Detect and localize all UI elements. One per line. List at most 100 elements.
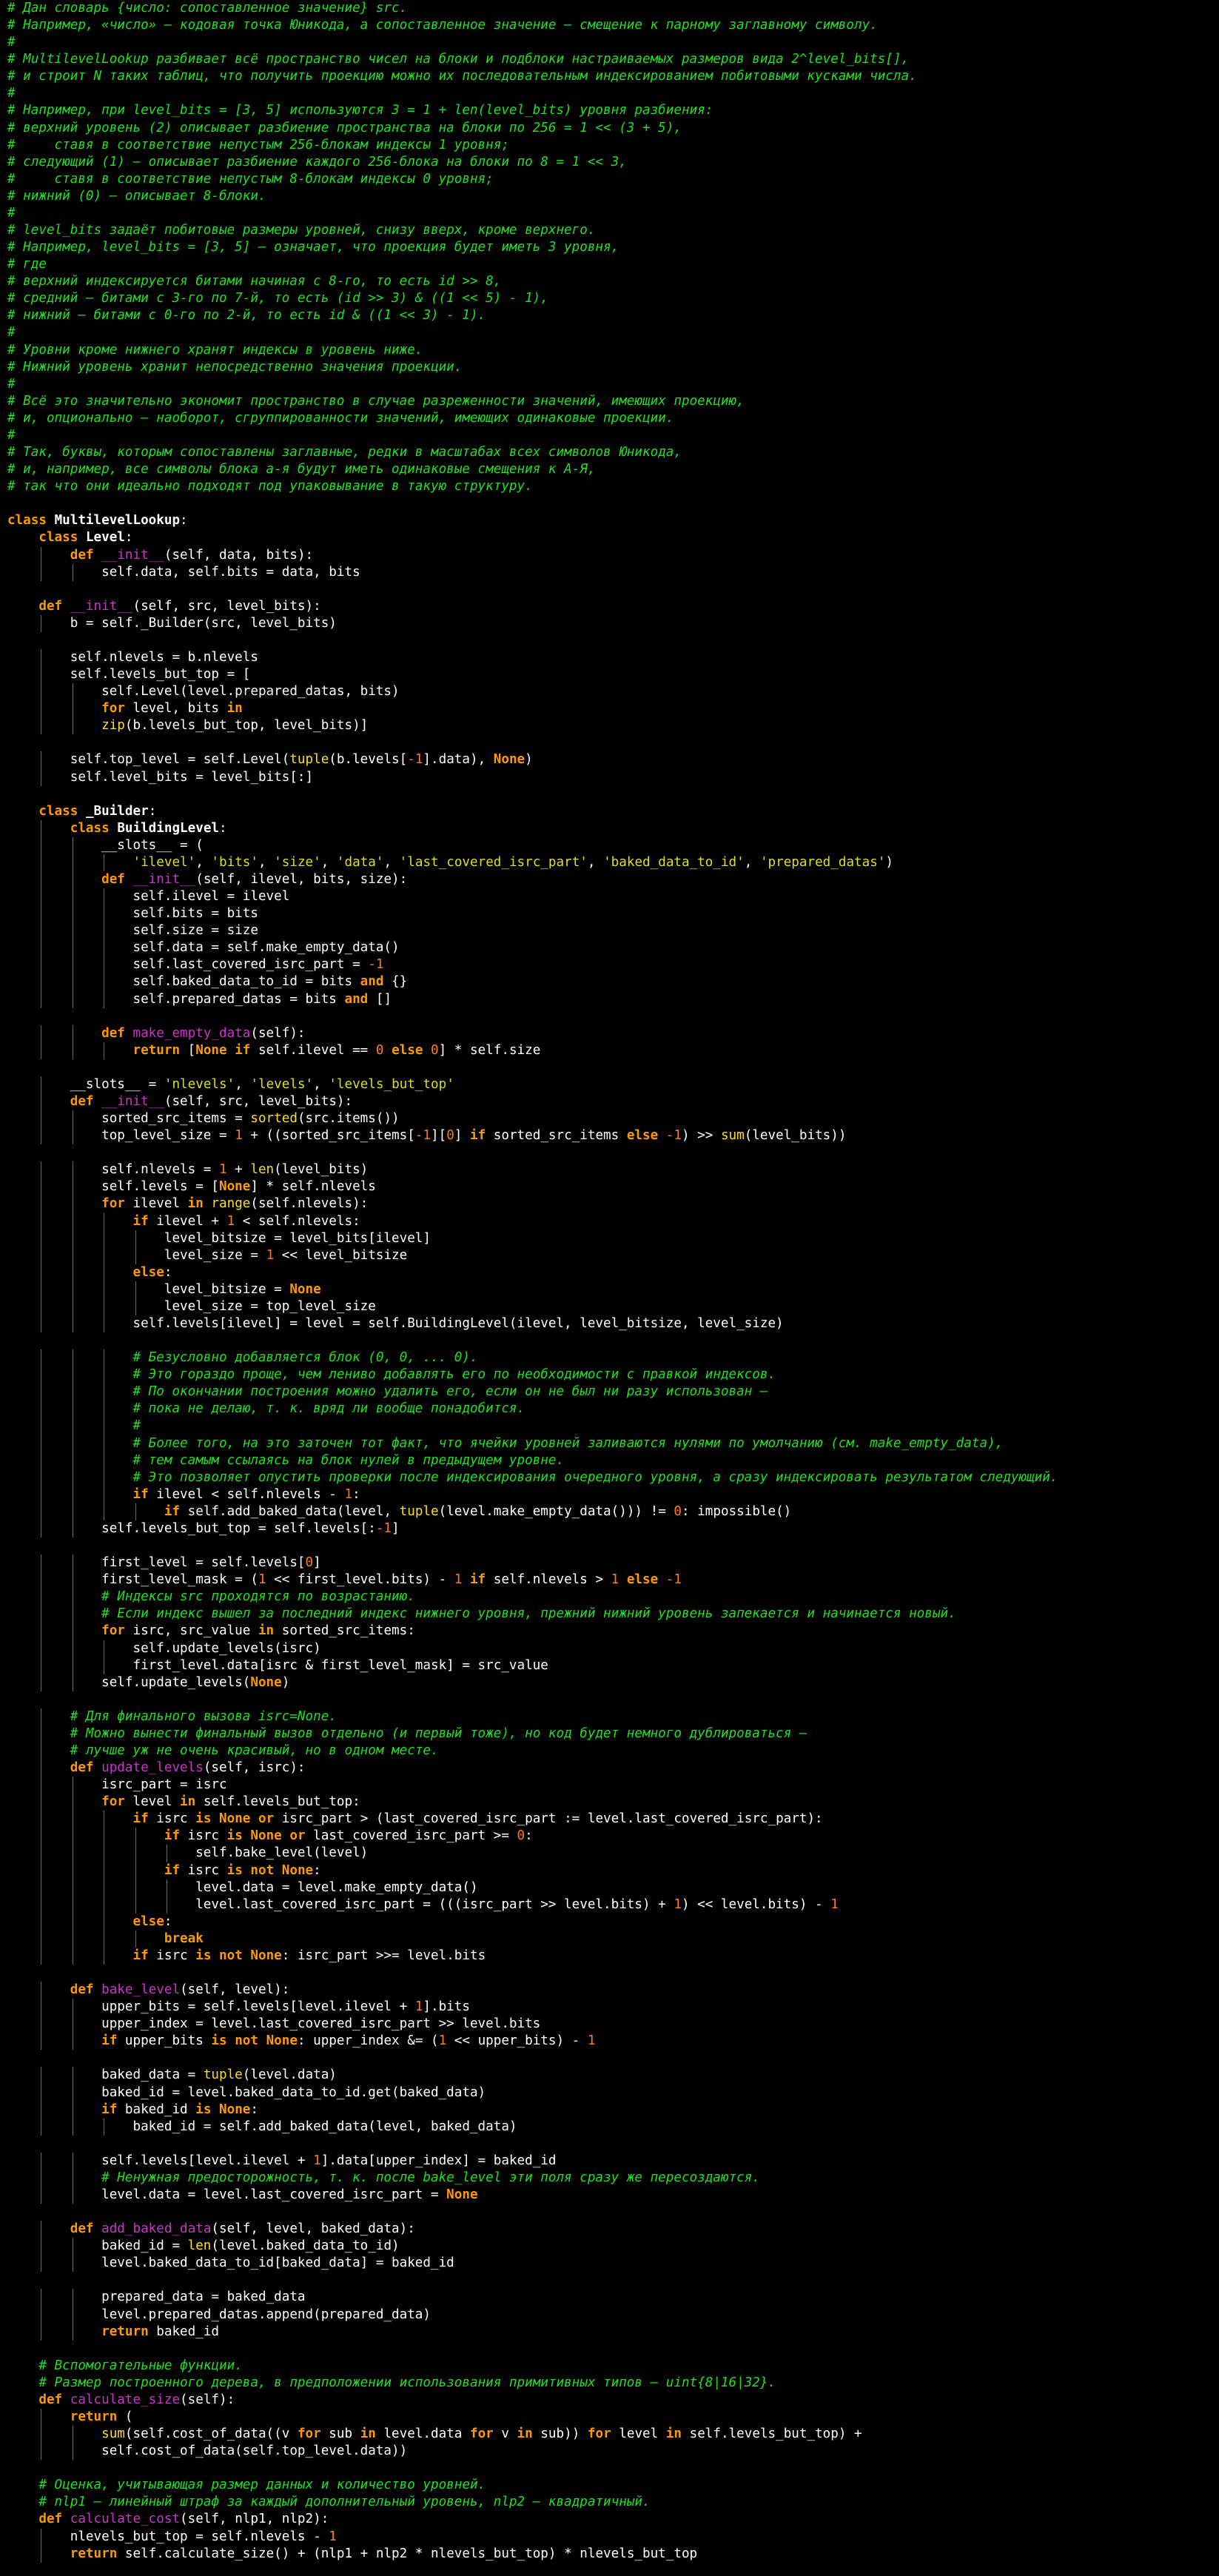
code-line[interactable]: class Level: (0, 529, 1219, 546)
code-line[interactable]: zip(b.levels_but_top, level_bits)] (0, 717, 1219, 735)
code-line[interactable] (0, 734, 1219, 751)
code-line[interactable]: # тем самым ссылаясь на блок нулей в пре… (0, 1452, 1219, 1469)
code-line[interactable]: def __init__(self, src, level_bits): (0, 598, 1219, 615)
code-line[interactable]: self.levels[ilevel] = level = self.Build… (0, 1315, 1219, 1333)
code-line[interactable] (0, 2050, 1219, 2067)
code-line[interactable]: # По окончании построения можно удалить … (0, 1383, 1219, 1401)
code-line[interactable]: # (0, 427, 1219, 444)
code-line[interactable]: level.last_covered_isrc_part = (((isrc_p… (0, 1896, 1219, 1913)
code-line[interactable]: def add_baked_data(self, level, baked_da… (0, 2221, 1219, 2238)
code-line[interactable]: self.levels = [None] * self.nlevels (0, 1178, 1219, 1196)
code-line[interactable]: for ilevel in range(self.nlevels): (0, 1195, 1219, 1213)
code-line[interactable] (0, 2341, 1219, 2358)
code-line[interactable]: # nlp1 — линейный штраф за каждый дополн… (0, 2494, 1219, 2511)
code-line[interactable]: else: (0, 1913, 1219, 1931)
code-line[interactable]: self.baked_data_to_id = bits and {} (0, 973, 1219, 991)
code-line[interactable]: # Дан словарь {число: сопоставленное зна… (0, 0, 1219, 17)
code-line[interactable]: if isrc is None or last_covered_isrc_par… (0, 1828, 1219, 1845)
code-line[interactable]: # Безусловно добавляется блок (0, 0, ...… (0, 1349, 1219, 1367)
code-line[interactable]: # Так, буквы, которым сопоставлены загла… (0, 444, 1219, 461)
code-line[interactable]: # нижний (0) — описывает 8-блоки. (0, 188, 1219, 205)
code-line[interactable]: self.nlevels = 1 + len(level_bits) (0, 1161, 1219, 1179)
code-line[interactable]: # Всё это значительно экономит пространс… (0, 393, 1219, 410)
code-line[interactable]: # Если индекс вышел за последний индекс … (0, 1606, 1219, 1623)
code-line[interactable]: top_level_size = 1 + ((sorted_src_items[… (0, 1127, 1219, 1145)
code-line[interactable]: level.baked_data_to_id[baked_data] = bak… (0, 2255, 1219, 2273)
code-line[interactable]: # средний — битами с 3-го по 7-й, то ест… (0, 290, 1219, 307)
code-line[interactable]: self.update_levels(isrc) (0, 1640, 1219, 1657)
code-line[interactable]: return [None if self.ilevel == 0 else 0]… (0, 1042, 1219, 1059)
code-line[interactable]: level.prepared_datas.append(prepared_dat… (0, 2306, 1219, 2324)
code-line[interactable]: # (0, 205, 1219, 222)
code-line[interactable]: self.bits = bits (0, 905, 1219, 923)
code-line[interactable]: # где (0, 256, 1219, 273)
code-line[interactable]: return self.calculate_size() + (nlp1 + n… (0, 2545, 1219, 2563)
code-line[interactable]: # Вспомогательные функции. (0, 2358, 1219, 2375)
code-line[interactable]: self.last_covered_isrc_part = -1 (0, 956, 1219, 974)
code-line[interactable]: def bake_level(self, level): (0, 1982, 1219, 1999)
code-line[interactable]: self.bake_level(level) (0, 1845, 1219, 1862)
code-line[interactable]: class MultilevelLookup: (0, 512, 1219, 529)
code-line[interactable]: for level in self.levels_but_top: (0, 1794, 1219, 1811)
code-line[interactable]: # пока не делаю, т. к. вряд ли вообще по… (0, 1401, 1219, 1418)
code-line[interactable]: self.ilevel = ilevel (0, 888, 1219, 906)
code-line[interactable]: # ставя в соответствие непустым 8-блокам… (0, 171, 1219, 188)
code-line[interactable]: # (0, 324, 1219, 341)
code-line[interactable]: # (0, 85, 1219, 102)
code-line[interactable]: b = self._Builder(src, level_bits) (0, 614, 1219, 632)
code-line[interactable]: upper_bits = self.levels[level.ilevel + … (0, 1999, 1219, 2016)
code-line[interactable]: def make_empty_data(self): (0, 1024, 1219, 1042)
code-line[interactable]: baked_id = level.baked_data_to_id.get(ba… (0, 2084, 1219, 2102)
code-line[interactable]: def calculate_size(self): (0, 2392, 1219, 2409)
code-line[interactable]: def __init__(self, ilevel, bits, size): (0, 871, 1219, 889)
code-line[interactable]: # Это гораздо проще, чем лениво добавлят… (0, 1366, 1219, 1384)
code-line[interactable]: self.size = size (0, 922, 1219, 940)
code-line[interactable]: # Например, «число» — кодовая точка Юник… (0, 17, 1219, 34)
code-line[interactable] (0, 2136, 1219, 2153)
code-line[interactable]: sum(self.cost_of_data((v for sub in leve… (0, 2426, 1219, 2443)
code-line[interactable] (0, 786, 1219, 803)
code-line[interactable]: def __init__(self, data, bits): (0, 546, 1219, 564)
code-line[interactable]: __slots__ = 'nlevels', 'levels', 'levels… (0, 1076, 1219, 1093)
code-line[interactable]: def __init__(self, src, level_bits): (0, 1093, 1219, 1111)
code-line[interactable] (0, 2204, 1219, 2221)
code-line[interactable]: # нижний — битами с 0-го по 2-й, то есть… (0, 307, 1219, 324)
code-line[interactable] (0, 1059, 1219, 1076)
code-line[interactable]: first_level.data[isrc & first_level_mask… (0, 1657, 1219, 1674)
code-line[interactable]: level_bitsize = None (0, 1281, 1219, 1298)
code-line[interactable]: baked_id = len(level.baked_data_to_id) (0, 2238, 1219, 2255)
code-line[interactable]: # и, опционально — наоборот, сгруппирова… (0, 410, 1219, 427)
code-line[interactable]: upper_index = level.last_covered_isrc_pa… (0, 2016, 1219, 2033)
code-line[interactable]: level.data = level.last_covered_isrc_par… (0, 2187, 1219, 2204)
code-line[interactable]: # (0, 34, 1219, 51)
code-line[interactable]: # и строит N таких таблиц, что получить … (0, 68, 1219, 85)
code-line[interactable]: self.update_levels(None) (0, 1674, 1219, 1691)
code-line[interactable]: # Ненужная предосторожность, т. к. после… (0, 2169, 1219, 2187)
code-line[interactable]: self.data = self.make_empty_data() (0, 939, 1219, 957)
code-line[interactable]: self.Level(level.prepared_datas, bits) (0, 683, 1219, 701)
code-line[interactable]: # Нижний уровень хранит непосредственно … (0, 359, 1219, 376)
code-line[interactable]: # Например, при level_bits = [3, 5] испо… (0, 102, 1219, 119)
code-line[interactable] (0, 1691, 1219, 1708)
code-line[interactable]: # лучше уж не очень красивый, но в одном… (0, 1742, 1219, 1760)
code-line[interactable]: # Например, level_bits = [3, 5] — означа… (0, 239, 1219, 256)
code-line[interactable]: # Это позволяет опустить проверки после … (0, 1469, 1219, 1486)
code-line[interactable]: return ( (0, 2409, 1219, 2426)
code-line[interactable]: # MultilevelLookup разбивает всё простра… (0, 51, 1219, 68)
code-line[interactable]: # ставя в соответствие непустым 256-блок… (0, 137, 1219, 154)
code-editor[interactable]: # Дан словарь {число: сопоставленное зна… (0, 0, 1219, 2576)
code-line[interactable]: # Уровни кроме нижнего хранят индексы в … (0, 342, 1219, 359)
code-line[interactable]: # (0, 376, 1219, 393)
code-line[interactable]: class BuildingLevel: (0, 819, 1219, 837)
code-line[interactable]: first_level_mask = (1 << first_level.bit… (0, 1572, 1219, 1589)
code-line[interactable]: # Для финального вызова isrc=None. (0, 1708, 1219, 1725)
code-line[interactable]: else: (0, 1264, 1219, 1281)
code-line[interactable]: # Можно вынести финальный вызов отдельно… (0, 1725, 1219, 1743)
code-line[interactable]: # Оценка, учитывающая размер данных и ко… (0, 2477, 1219, 2494)
code-line[interactable]: isrc_part = isrc (0, 1777, 1219, 1794)
code-line[interactable]: self.cost_of_data(self.top_level.data)) (0, 2443, 1219, 2461)
code-line[interactable]: 'ilevel', 'bits', 'size', 'data', 'last_… (0, 853, 1219, 871)
code-line[interactable]: sorted_src_items = sorted(src.items()) (0, 1110, 1219, 1128)
code-line[interactable]: self.levels[level.ilevel + 1].data[upper… (0, 2152, 1219, 2170)
code-line[interactable]: if baked_id is None: (0, 2101, 1219, 2119)
